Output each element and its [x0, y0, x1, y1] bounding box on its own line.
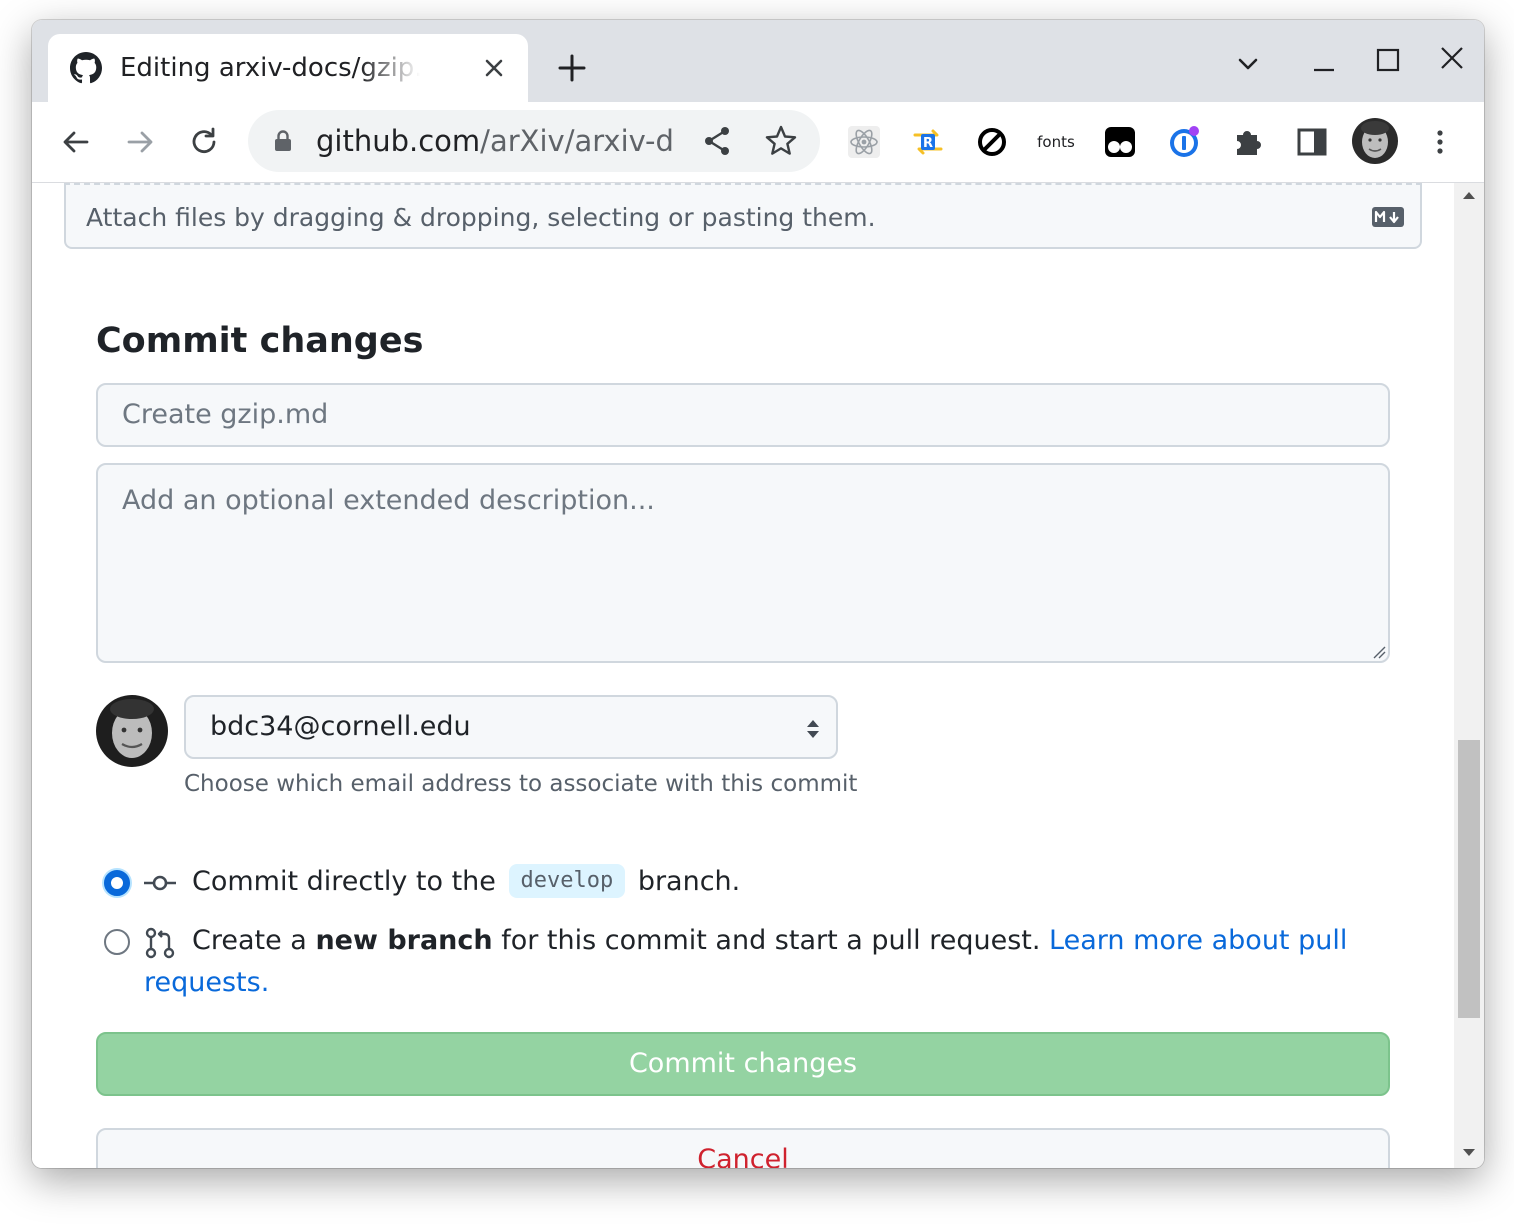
branch-name-chip: develop [508, 863, 626, 898]
react-icon [848, 126, 880, 158]
commit-summary-placeholder: Create gzip.md [122, 399, 329, 430]
git-pull-request-icon [145, 927, 175, 959]
browser-window: Editing arxiv-docs/gzip.md at develop gi… [32, 20, 1484, 1168]
bookmark-star-icon[interactable] [764, 124, 798, 158]
close-window-icon[interactable] [1434, 42, 1470, 78]
commit-direct-radio[interactable] [104, 870, 130, 896]
maximize-icon[interactable] [1370, 44, 1406, 80]
git-commit-icon [144, 875, 176, 891]
kebab-menu-icon [1437, 130, 1443, 154]
tab-strip: Editing arxiv-docs/gzip.md at develop [32, 20, 1484, 102]
address-bar[interactable]: github.com/arXiv/arxiv-d... [248, 110, 820, 172]
selected-email: bdc34@cornell.edu [210, 711, 471, 742]
prohibited-icon [978, 128, 1006, 156]
close-icon[interactable] [478, 52, 510, 84]
new-branch-bold: new branch [315, 925, 493, 956]
author-avatar [96, 695, 168, 767]
markdown-icon [1372, 207, 1404, 227]
side-panel-button[interactable] [1294, 124, 1330, 160]
email-help-text: Choose which email address to associate … [184, 771, 858, 797]
back-button[interactable] [54, 120, 98, 164]
commit-description-placeholder: Add an optional extended description... [122, 485, 655, 516]
commit-heading: Commit changes [96, 321, 424, 361]
svg-text:R: R [923, 136, 933, 151]
new-branch-label: Create a new branch for this commit and … [192, 920, 1347, 962]
tampermonkey-icon [1105, 127, 1135, 157]
avatar-image [96, 695, 168, 767]
attach-text: Attach files by dragging & dropping, sel… [86, 203, 876, 232]
r-arrows-icon: R [913, 129, 943, 155]
commit-direct-suffix: branch. [637, 866, 741, 897]
forward-button[interactable] [118, 120, 162, 164]
browser-toolbar: github.com/arXiv/arxiv-d... R fonts [32, 102, 1484, 183]
tab-active[interactable]: Editing arxiv-docs/gzip.md at develop [48, 34, 528, 102]
reload-button[interactable] [182, 120, 226, 164]
1password-extension[interactable] [1166, 124, 1202, 160]
scroll-thumb[interactable] [1458, 740, 1480, 1018]
new-branch-middle: for this commit and start a pull request… [501, 925, 1041, 956]
scroll-up-icon[interactable] [1463, 191, 1475, 201]
minimize-icon[interactable] [1306, 46, 1342, 82]
blocker-extension[interactable] [974, 124, 1010, 160]
chrome-menu-button[interactable] [1422, 124, 1458, 160]
profile-avatar[interactable] [1352, 118, 1398, 164]
lock-icon [275, 130, 291, 151]
url-host: github.com [316, 124, 481, 158]
react-devtools-extension[interactable] [846, 124, 882, 160]
select-caret-icon [807, 720, 819, 738]
chevron-down-icon[interactable] [1230, 46, 1266, 82]
file-attach-bar[interactable]: Attach files by dragging & dropping, sel… [64, 183, 1422, 249]
avatar-image [1352, 118, 1398, 164]
fonts-extension[interactable]: fonts [1032, 124, 1080, 160]
password-icon [1170, 126, 1199, 157]
scroll-down-icon[interactable] [1463, 1147, 1475, 1157]
url-path: /arXiv/arxiv-d... [480, 124, 676, 158]
learn-more-link-continued[interactable]: requests. [144, 962, 269, 1004]
page-content: Attach files by dragging & dropping, sel… [32, 183, 1484, 1168]
tampermonkey-extension[interactable] [1102, 124, 1138, 160]
page-scrollbar[interactable] [1454, 183, 1484, 1168]
new-tab-icon[interactable] [554, 50, 590, 86]
github-icon [70, 52, 102, 84]
tab-title: Editing arxiv-docs/gzip.md at develop [120, 53, 420, 83]
commit-email-select[interactable]: bdc34@cornell.edu [184, 695, 838, 759]
commit-summary-input[interactable]: Create gzip.md [96, 383, 1390, 447]
commit-changes-button[interactable]: Commit changes [96, 1032, 1390, 1096]
arrow-right-icon [127, 131, 153, 153]
arrow-left-icon [63, 131, 89, 153]
url-text: github.com/arXiv/arxiv-d... [316, 124, 676, 158]
reload-icon [192, 127, 216, 154]
commit-direct-label: Commit directly to the develop branch. [192, 861, 740, 903]
commit-direct-prefix: Commit directly to the [192, 866, 496, 897]
redux-extension[interactable]: R [910, 124, 946, 160]
extensions-button[interactable] [1230, 124, 1266, 160]
learn-more-link[interactable]: Learn more about pull [1049, 925, 1347, 956]
new-branch-radio[interactable] [104, 929, 130, 955]
commit-description-textarea[interactable]: Add an optional extended description... [96, 463, 1390, 663]
cancel-button[interactable]: Cancel [96, 1128, 1390, 1168]
puzzle-icon [1237, 131, 1261, 155]
share-icon[interactable] [700, 124, 734, 158]
side-panel-icon [1297, 128, 1327, 156]
resize-handle-icon[interactable] [1372, 645, 1386, 659]
new-branch-prefix: Create a [192, 925, 307, 956]
